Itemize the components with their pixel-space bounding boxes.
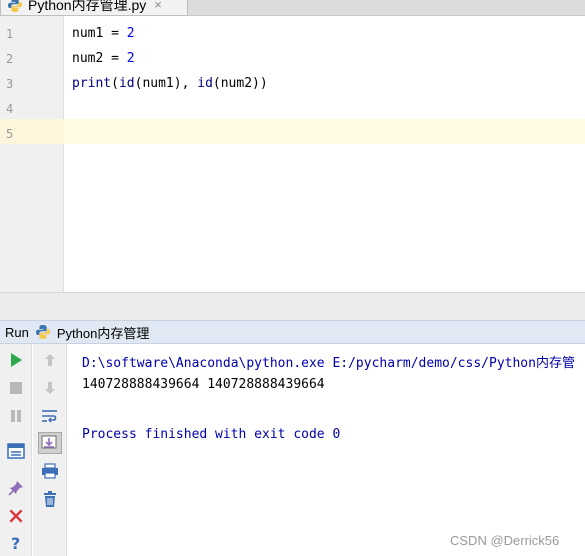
pause-button[interactable] [4, 405, 28, 427]
svg-text:?: ? [11, 534, 20, 552]
number-literal: 2 [126, 26, 135, 41]
variable-name: num1 [72, 26, 104, 41]
python-icon [35, 324, 51, 340]
trash-icon [42, 490, 58, 508]
run-toolbar-primary: ? [0, 344, 32, 556]
close-icon [8, 508, 24, 524]
file-tab[interactable]: Python内存管理.py × [0, 0, 188, 16]
close-run-button[interactable] [4, 505, 28, 527]
close-icon[interactable]: × [154, 0, 162, 12]
help-button[interactable]: ? [4, 532, 28, 554]
arrow-up-icon [42, 352, 58, 368]
line-number: 4 [6, 102, 14, 116]
console-command-line: D:\software\Anaconda\python.exe E:/pycha… [82, 356, 575, 371]
clear-all-button[interactable] [38, 488, 62, 510]
soft-wrap-button[interactable] [38, 405, 62, 427]
watermark: CSDN @Derrick56 [450, 533, 560, 548]
scroll-down-button[interactable] [38, 377, 62, 399]
editor-tab-bar: Python内存管理.py × [0, 0, 585, 16]
layout-button[interactable] [4, 440, 28, 462]
print-button[interactable] [38, 460, 62, 482]
rerun-button[interactable] [4, 349, 28, 371]
current-line-highlight [0, 119, 585, 144]
line-number: 3 [6, 77, 14, 91]
run-toolbar-secondary [33, 344, 67, 556]
code-line-1: num1 = 2 [72, 26, 135, 41]
help-icon: ? [8, 534, 24, 552]
file-tab-label: Python内存管理.py [28, 0, 147, 13]
panel-separator[interactable] [0, 292, 585, 320]
operator: = [103, 26, 127, 41]
argument: (num1), [134, 76, 198, 91]
argument: (num2)) [212, 76, 268, 91]
run-label: Run [5, 324, 29, 340]
stop-button[interactable] [4, 377, 28, 399]
run-tool-window-header: Run Python内存管理 [0, 320, 585, 344]
builtin-id: id [118, 76, 135, 91]
scroll-to-end-icon [41, 435, 59, 451]
printer-icon [41, 463, 59, 479]
soft-wrap-icon [41, 408, 59, 424]
builtin-print: print [72, 76, 112, 91]
pin-icon [8, 480, 24, 496]
run-configuration-name[interactable]: Python内存管理 [57, 323, 149, 342]
code-line-2: num2 = 2 [72, 51, 135, 66]
line-number: 2 [6, 52, 14, 66]
pause-icon [8, 408, 24, 424]
layout-icon [7, 443, 25, 459]
scroll-to-end-button[interactable] [38, 432, 62, 454]
console-exit-line: Process finished with exit code 0 [82, 427, 341, 442]
run-console[interactable]: D:\software\Anaconda\python.exe E:/pycha… [68, 344, 585, 556]
console-output-line: 140728888439664 140728888439664 [82, 377, 325, 392]
stop-icon [8, 380, 24, 396]
number-literal: 2 [126, 51, 135, 66]
play-icon [8, 352, 24, 368]
arrow-down-icon [42, 380, 58, 396]
operator: = [103, 51, 127, 66]
line-number: 1 [6, 27, 14, 41]
line-number: 5 [6, 127, 14, 141]
builtin-id: id [197, 76, 213, 91]
pin-tab-button[interactable] [4, 477, 28, 499]
paren: ( [111, 76, 119, 91]
code-line-3: print(id(num1), id(num2)) [72, 76, 268, 91]
scroll-up-button[interactable] [38, 349, 62, 371]
variable-name: num2 [72, 51, 104, 66]
code-editor[interactable]: 1 2 3 4 5 num1 = 2 num2 = 2 print(id(num… [0, 16, 585, 292]
python-file-icon [7, 0, 23, 13]
